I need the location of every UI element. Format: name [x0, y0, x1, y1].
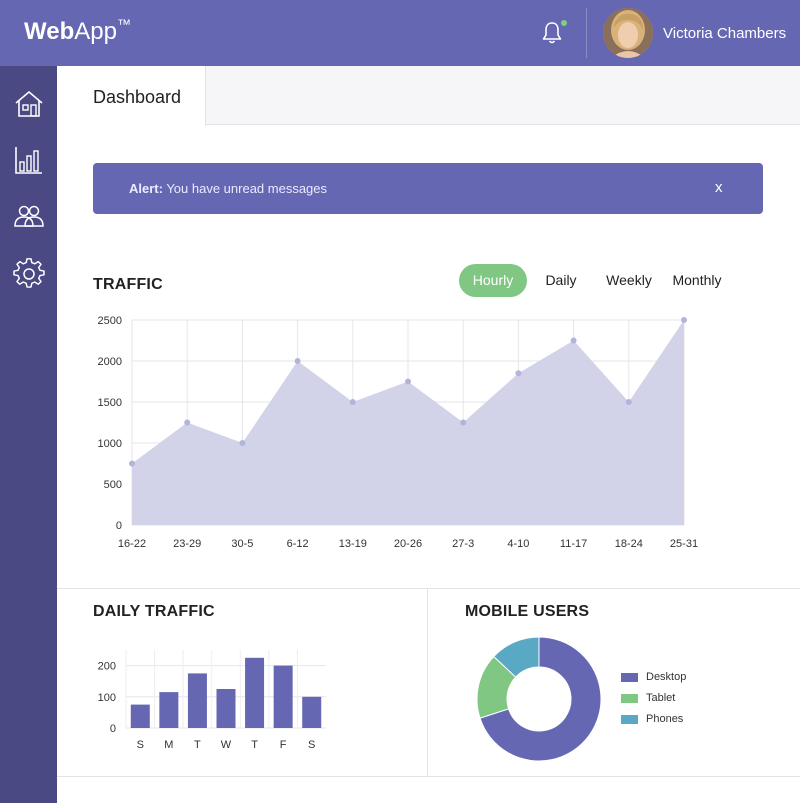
y-tick-label: 2500: [98, 315, 122, 327]
daily-bar: [245, 657, 265, 728]
traffic-point: [239, 440, 246, 446]
traffic-line-chart: 0 500 1000 1500 2000 2500 16-22 23-29 30-5 6-12 13…: [98, 315, 699, 550]
daily-traffic-bar-chart: 0 100 200 S M T W T F S: [98, 650, 326, 751]
sidebar: [0, 66, 57, 803]
daily-bar: [187, 673, 207, 728]
notification-indicator: [561, 20, 567, 26]
y-tick-label: 500: [104, 479, 122, 491]
x-tick-label: 25-31: [670, 538, 698, 550]
panel-divider: [427, 589, 428, 777]
app-logo[interactable]: WebApp™: [24, 16, 131, 46]
x-tick-label: M: [164, 739, 173, 751]
logo-trademark: ™: [116, 16, 131, 32]
y-tick-label: 0: [116, 520, 122, 532]
daily-bar: [273, 665, 293, 728]
traffic-title: TRAFFIC: [93, 276, 163, 293]
traffic-point: [681, 317, 687, 323]
traffic-point: [625, 399, 632, 405]
home-icon[interactable]: [13, 88, 45, 120]
avatar[interactable]: [603, 8, 653, 58]
range-daily-button[interactable]: Daily: [535, 264, 587, 297]
mobile-users-donut-chart: [476, 636, 602, 762]
user-name[interactable]: Victoria Chambers: [663, 25, 786, 42]
tab-bar: Dashboard: [57, 66, 800, 126]
y-tick-label: 1500: [98, 397, 122, 409]
bar-chart-icon[interactable]: [13, 144, 45, 176]
mobile-users-title: MOBILE USERS: [465, 603, 590, 620]
daily-bar: [130, 704, 150, 728]
y-tick-label: 100: [98, 692, 116, 704]
logo-bold-text: Web: [24, 18, 75, 45]
daily-bar: [302, 696, 322, 728]
y-tick-label: 0: [110, 723, 116, 735]
y-tick-label: 200: [98, 661, 116, 673]
tab-dashboard[interactable]: Dashboard: [57, 66, 206, 126]
traffic-point: [349, 399, 356, 405]
close-alert-button[interactable]: x: [715, 179, 723, 196]
x-tick-label: 6-12: [287, 538, 309, 550]
x-tick-label: S: [137, 739, 144, 751]
legend-label-desktop: Desktop: [646, 671, 687, 683]
legend-label-tablet: Tablet: [646, 692, 676, 704]
range-weekly-button[interactable]: Weekly: [598, 264, 660, 297]
y-tick-label: 1000: [98, 438, 122, 450]
x-tick-label: 27-3: [452, 538, 474, 550]
header-divider: [586, 8, 587, 58]
x-tick-label: 11-17: [560, 538, 587, 550]
alert-text: Alert: You have unread messages: [129, 181, 327, 196]
legend-swatch-desktop: [621, 673, 638, 682]
legend-swatch-phones: [621, 715, 638, 724]
x-tick-label: 4-10: [507, 538, 529, 550]
legend-label-phones: Phones: [646, 713, 684, 725]
x-tick-label: 16-22: [118, 538, 146, 550]
x-tick-label: W: [221, 739, 232, 751]
traffic-point: [460, 419, 467, 426]
traffic-point: [405, 378, 411, 385]
legend-swatch-tablet: [621, 694, 638, 703]
top-header: WebApp™ Victoria Chambers: [0, 0, 800, 66]
alert-label: Alert:: [129, 181, 163, 196]
x-tick-label: 18-24: [615, 538, 643, 550]
logo-light-text: App: [74, 18, 117, 45]
x-tick-label: 20-26: [394, 538, 422, 550]
bottom-divider: [57, 776, 800, 777]
gear-icon[interactable]: [13, 258, 45, 290]
daily-bar: [216, 689, 236, 728]
traffic-point: [515, 370, 522, 377]
traffic-point: [294, 358, 301, 364]
avatar-image: [603, 8, 653, 58]
daily-traffic-title: DAILY TRAFFIC: [93, 603, 215, 620]
tab-dashboard-label: Dashboard: [93, 87, 182, 107]
traffic-point: [184, 419, 191, 426]
x-tick-label: F: [280, 739, 287, 751]
users-icon[interactable]: [13, 200, 45, 232]
x-tick-label: 23-29: [173, 538, 201, 550]
section-divider: [57, 588, 800, 589]
alert-banner: Alert: You have unread messages x: [93, 163, 763, 214]
x-tick-label: 13-19: [339, 538, 367, 550]
alert-message: You have unread messages: [162, 181, 328, 196]
traffic-point: [570, 337, 577, 344]
x-tick-label: S: [308, 739, 315, 751]
y-tick-label: 2000: [98, 356, 122, 368]
range-monthly-button[interactable]: Monthly: [665, 264, 729, 297]
range-hourly-button[interactable]: Hourly: [459, 264, 527, 297]
x-tick-label: T: [194, 739, 201, 751]
x-tick-label: 30-5: [231, 538, 253, 550]
x-tick-label: T: [251, 739, 258, 751]
daily-bar: [159, 692, 179, 728]
traffic-point: [129, 460, 135, 467]
